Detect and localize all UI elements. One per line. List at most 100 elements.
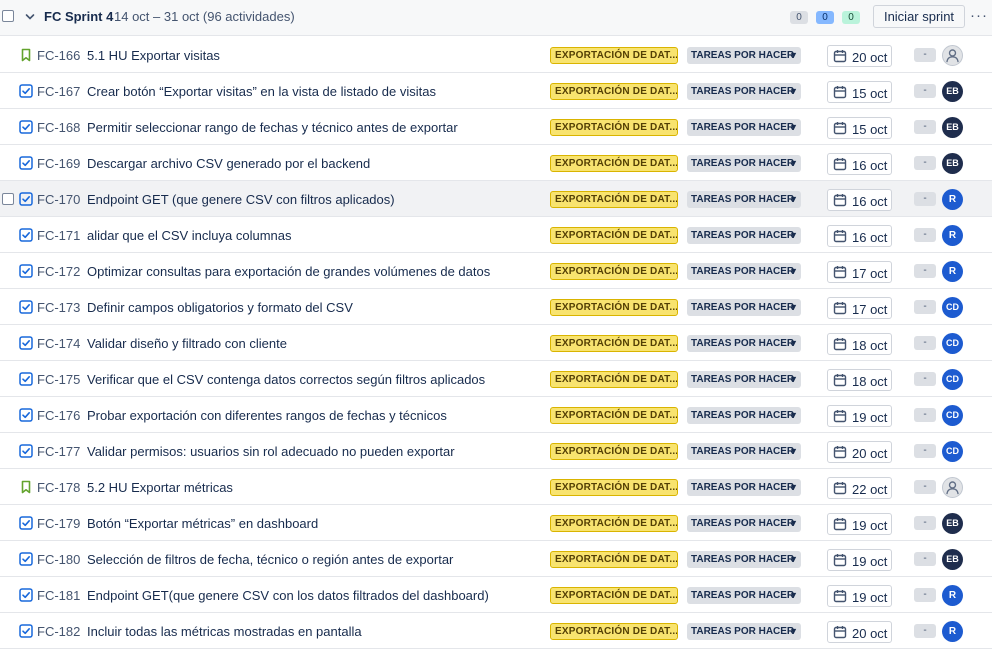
issue-key[interactable]: FC-180 bbox=[37, 552, 80, 567]
due-date-field[interactable]: 16 oct bbox=[827, 225, 892, 247]
due-date-field[interactable]: 20 oct bbox=[827, 45, 892, 67]
due-date-field[interactable]: 17 oct bbox=[827, 261, 892, 283]
status-dropdown[interactable]: TAREAS POR HACER ▼ bbox=[687, 191, 801, 208]
issue-summary[interactable]: Probar exportación con diferentes rangos… bbox=[87, 408, 447, 423]
issue-summary[interactable]: Permitir seleccionar rango de fechas y t… bbox=[87, 120, 458, 135]
issue-key[interactable]: FC-178 bbox=[37, 480, 80, 495]
issue-key[interactable]: FC-170 bbox=[37, 192, 80, 207]
due-date-field[interactable]: 16 oct bbox=[827, 189, 892, 211]
issue-row[interactable]: FC-181 Endpoint GET(que genere CSV con l… bbox=[0, 577, 992, 613]
sprint-select-checkbox[interactable] bbox=[2, 10, 14, 22]
status-dropdown[interactable]: TAREAS POR HACER ▼ bbox=[687, 407, 801, 424]
issue-key[interactable]: FC-166 bbox=[37, 48, 80, 63]
issue-row[interactable]: FC-167 Crear botón “Exportar visitas” en… bbox=[0, 73, 992, 109]
estimate-badge[interactable]: - bbox=[914, 120, 936, 134]
issue-key[interactable]: FC-174 bbox=[37, 336, 80, 351]
assignee-avatar[interactable]: CD bbox=[942, 405, 963, 426]
epic-lozenge[interactable]: EXPORTACIÓN DE DAT... bbox=[550, 623, 678, 640]
issue-summary[interactable]: Selección de filtros de fecha, técnico o… bbox=[87, 552, 453, 567]
issue-row[interactable]: FC-182 Incluir todas las métricas mostra… bbox=[0, 613, 992, 649]
epic-lozenge[interactable]: EXPORTACIÓN DE DAT... bbox=[550, 155, 678, 172]
assignee-avatar[interactable]: EB bbox=[942, 153, 963, 174]
status-dropdown[interactable]: TAREAS POR HACER ▼ bbox=[687, 47, 801, 64]
unassigned-avatar-icon[interactable] bbox=[942, 477, 963, 498]
assignee-avatar[interactable]: R bbox=[942, 189, 963, 210]
estimate-badge[interactable]: - bbox=[914, 192, 936, 206]
assignee-avatar[interactable]: R bbox=[942, 261, 963, 282]
estimate-badge[interactable]: - bbox=[914, 408, 936, 422]
estimate-badge[interactable]: - bbox=[914, 336, 936, 350]
assignee-avatar[interactable]: R bbox=[942, 621, 963, 642]
estimate-badge[interactable]: - bbox=[914, 156, 936, 170]
due-date-field[interactable]: 19 oct bbox=[827, 585, 892, 607]
issue-row[interactable]: FC-170 Endpoint GET (que genere CSV con … bbox=[0, 181, 992, 217]
issue-key[interactable]: FC-177 bbox=[37, 444, 80, 459]
due-date-field[interactable]: 19 oct bbox=[827, 405, 892, 427]
epic-lozenge[interactable]: EXPORTACIÓN DE DAT... bbox=[550, 299, 678, 316]
issue-row[interactable]: FC-175 Verificar que el CSV contenga dat… bbox=[0, 361, 992, 397]
status-dropdown[interactable]: TAREAS POR HACER ▼ bbox=[687, 515, 801, 532]
status-dropdown[interactable]: TAREAS POR HACER ▼ bbox=[687, 335, 801, 352]
issue-key[interactable]: FC-173 bbox=[37, 300, 80, 315]
epic-lozenge[interactable]: EXPORTACIÓN DE DAT... bbox=[550, 191, 678, 208]
estimate-badge[interactable]: - bbox=[914, 588, 936, 602]
assignee-avatar[interactable]: EB bbox=[942, 81, 963, 102]
issue-summary[interactable]: 5.2 HU Exportar métricas bbox=[87, 480, 233, 495]
chevron-down-icon[interactable] bbox=[22, 8, 38, 26]
issue-summary[interactable]: Definir campos obligatorios y formato de… bbox=[87, 300, 353, 315]
status-dropdown[interactable]: TAREAS POR HACER ▼ bbox=[687, 227, 801, 244]
assignee-avatar[interactable]: CD bbox=[942, 369, 963, 390]
assignee-avatar[interactable]: CD bbox=[942, 297, 963, 318]
epic-lozenge[interactable]: EXPORTACIÓN DE DAT... bbox=[550, 47, 678, 64]
status-dropdown[interactable]: TAREAS POR HACER ▼ bbox=[687, 623, 801, 640]
unassigned-avatar-icon[interactable] bbox=[942, 45, 963, 66]
estimate-badge[interactable]: - bbox=[914, 444, 936, 458]
due-date-field[interactable]: 19 oct bbox=[827, 549, 892, 571]
issue-key[interactable]: FC-168 bbox=[37, 120, 80, 135]
estimate-badge[interactable]: - bbox=[914, 516, 936, 530]
epic-lozenge[interactable]: EXPORTACIÓN DE DAT... bbox=[550, 119, 678, 136]
issue-summary[interactable]: Incluir todas las métricas mostradas en … bbox=[87, 624, 362, 639]
due-date-field[interactable]: 20 oct bbox=[827, 441, 892, 463]
status-dropdown[interactable]: TAREAS POR HACER ▼ bbox=[687, 299, 801, 316]
issue-row[interactable]: FC-166 5.1 HU Exportar visitas EXPORTACI… bbox=[0, 37, 992, 73]
issue-key[interactable]: FC-171 bbox=[37, 228, 80, 243]
epic-lozenge[interactable]: EXPORTACIÓN DE DAT... bbox=[550, 443, 678, 460]
issue-summary[interactable]: Endpoint GET (que genere CSV con filtros… bbox=[87, 192, 395, 207]
estimate-badge[interactable]: - bbox=[914, 48, 936, 62]
estimate-badge[interactable]: - bbox=[914, 480, 936, 494]
issue-key[interactable]: FC-167 bbox=[37, 84, 80, 99]
epic-lozenge[interactable]: EXPORTACIÓN DE DAT... bbox=[550, 479, 678, 496]
due-date-field[interactable]: 20 oct bbox=[827, 621, 892, 643]
issue-row[interactable]: FC-174 Validar diseño y filtrado con cli… bbox=[0, 325, 992, 361]
issue-row[interactable]: FC-173 Definir campos obligatorios y for… bbox=[0, 289, 992, 325]
issue-row[interactable]: FC-172 Optimizar consultas para exportac… bbox=[0, 253, 992, 289]
issue-summary[interactable]: Validar diseño y filtrado con cliente bbox=[87, 336, 287, 351]
assignee-avatar[interactable]: R bbox=[942, 585, 963, 606]
issue-row[interactable]: FC-171 alidar que el CSV incluya columna… bbox=[0, 217, 992, 253]
status-dropdown[interactable]: TAREAS POR HACER ▼ bbox=[687, 263, 801, 280]
start-sprint-button[interactable]: Iniciar sprint bbox=[873, 5, 965, 28]
epic-lozenge[interactable]: EXPORTACIÓN DE DAT... bbox=[550, 407, 678, 424]
issue-key[interactable]: FC-172 bbox=[37, 264, 80, 279]
status-dropdown[interactable]: TAREAS POR HACER ▼ bbox=[687, 587, 801, 604]
status-dropdown[interactable]: TAREAS POR HACER ▼ bbox=[687, 119, 801, 136]
issue-summary[interactable]: Validar permisos: usuarios sin rol adecu… bbox=[87, 444, 455, 459]
due-date-field[interactable]: 17 oct bbox=[827, 297, 892, 319]
issue-row[interactable]: FC-178 5.2 HU Exportar métricas EXPORTAC… bbox=[0, 469, 992, 505]
epic-lozenge[interactable]: EXPORTACIÓN DE DAT... bbox=[550, 263, 678, 280]
assignee-avatar[interactable]: R bbox=[942, 225, 963, 246]
epic-lozenge[interactable]: EXPORTACIÓN DE DAT... bbox=[550, 515, 678, 532]
issue-key[interactable]: FC-175 bbox=[37, 372, 80, 387]
estimate-badge[interactable]: - bbox=[914, 264, 936, 278]
issue-row[interactable]: FC-176 Probar exportación con diferentes… bbox=[0, 397, 992, 433]
status-dropdown[interactable]: TAREAS POR HACER ▼ bbox=[687, 155, 801, 172]
estimate-badge[interactable]: - bbox=[914, 372, 936, 386]
issue-key[interactable]: FC-182 bbox=[37, 624, 80, 639]
due-date-field[interactable]: 18 oct bbox=[827, 369, 892, 391]
epic-lozenge[interactable]: EXPORTACIÓN DE DAT... bbox=[550, 83, 678, 100]
status-dropdown[interactable]: TAREAS POR HACER ▼ bbox=[687, 83, 801, 100]
status-dropdown[interactable]: TAREAS POR HACER ▼ bbox=[687, 479, 801, 496]
estimate-badge[interactable]: - bbox=[914, 84, 936, 98]
due-date-field[interactable]: 22 oct bbox=[827, 477, 892, 499]
